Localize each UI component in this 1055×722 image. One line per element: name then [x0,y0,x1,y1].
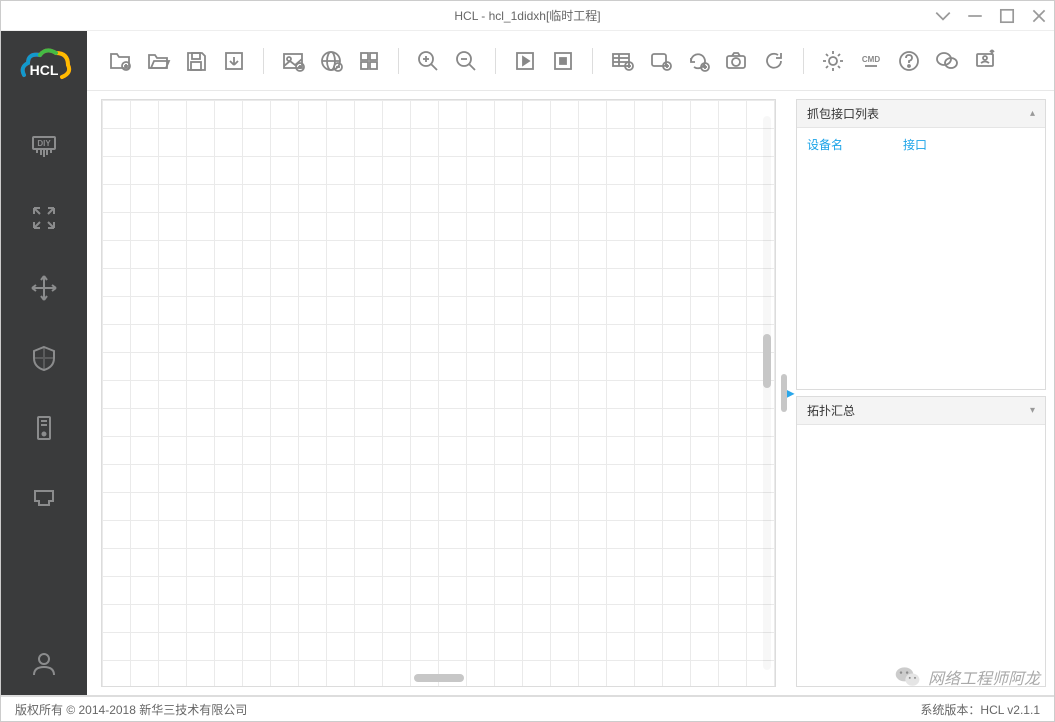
window-controls [934,7,1048,25]
server-icon[interactable] [27,411,61,445]
globe-button[interactable] [316,46,346,76]
column-device[interactable]: 设备名 [807,136,843,153]
maximize-icon[interactable] [998,7,1016,25]
port-icon[interactable] [27,481,61,515]
topology-canvas[interactable] [101,99,776,687]
right-panels: 抓包接口列表 ▴ 设备名 接口 拓扑汇总 ▾ [796,91,1054,695]
svg-text:DIY: DIY [37,139,51,148]
collapse-icon[interactable]: ▾ [1030,405,1035,416]
settings-button[interactable] [818,46,848,76]
user-icon[interactable] [27,647,61,681]
save-button[interactable] [181,46,211,76]
capture-panel: 抓包接口列表 ▴ 设备名 接口 [796,99,1046,390]
svg-text:HCL: HCL [30,62,59,78]
horizontal-scroll-thumb[interactable] [414,674,464,682]
shield-icon[interactable] [27,341,61,375]
vertical-scroll-thumb[interactable] [763,334,771,388]
zoom-in-button[interactable] [413,46,443,76]
move-icon[interactable] [27,271,61,305]
image-button[interactable] [278,46,308,76]
cmd-button[interactable]: CMD [856,46,886,76]
collapse-icon[interactable]: ▴ [1030,108,1035,119]
window-title: HCL - hcl_1didxh[临时工程] [454,7,600,24]
vertical-scroll-track[interactable] [763,116,771,670]
new-project-button[interactable] [105,46,135,76]
status-bar: 版权所有 © 2014-2018 新华三技术有限公司 系统版本：HCL v2.1… [1,695,1054,721]
open-button[interactable] [143,46,173,76]
camera-button[interactable] [721,46,751,76]
add-table-button[interactable] [607,46,637,76]
toolbar: CMD [87,31,1054,91]
sidebar: HCL DIY [1,31,87,695]
add-node-button[interactable] [645,46,675,76]
export-button[interactable] [219,46,249,76]
app-logo: HCL [14,45,74,89]
panel-splitter[interactable]: ▶ [780,91,796,695]
title-bar: HCL - hcl_1didxh[临时工程] [1,1,1054,31]
refresh-node-button[interactable] [683,46,713,76]
svg-text:CMD: CMD [862,55,880,64]
zoom-out-button[interactable] [451,46,481,76]
canvas-area [87,91,780,695]
copyright-text: 版权所有 © 2014-2018 新华三技术有限公司 [15,701,247,718]
diy-icon[interactable]: DIY [27,131,61,165]
close-icon[interactable] [1030,7,1048,25]
help-button[interactable] [894,46,924,76]
version-text: 系统版本：HCL v2.1.1 [920,701,1040,718]
minimize-icon[interactable] [966,7,984,25]
reload-button[interactable] [759,46,789,76]
dropdown-icon[interactable] [934,7,952,25]
grid-button[interactable] [354,46,384,76]
wechat-button[interactable] [932,46,962,76]
stop-button[interactable] [548,46,578,76]
column-interface[interactable]: 接口 [903,136,927,153]
feedback-button[interactable] [970,46,1000,76]
play-button[interactable] [510,46,540,76]
topology-panel-title: 拓扑汇总 [807,402,855,419]
capture-panel-title: 抓包接口列表 [807,105,879,122]
topology-panel: 拓扑汇总 ▾ [796,396,1046,687]
expand-icon[interactable] [27,201,61,235]
